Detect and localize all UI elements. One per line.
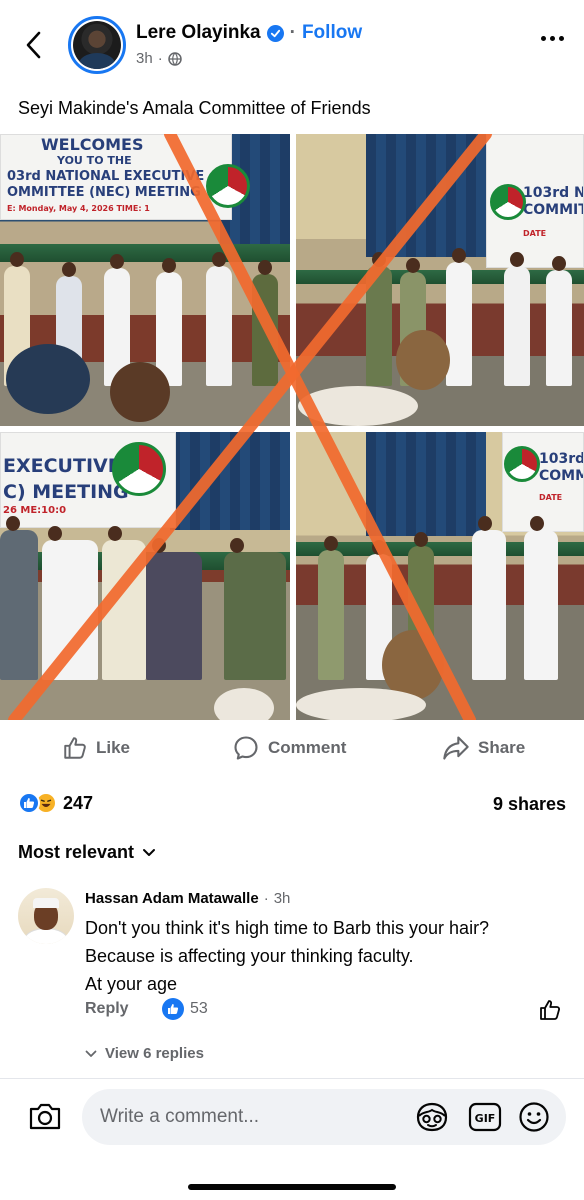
post-actions: Like Comment Share — [0, 728, 584, 768]
comment-button[interactable]: Comment — [232, 728, 346, 768]
avatar-sticker-button[interactable] — [414, 1101, 450, 1138]
reaction-summary[interactable]: 247 — [18, 792, 93, 814]
gif-icon: GIF — [468, 1102, 502, 1132]
home-indicator — [188, 1184, 396, 1190]
like-reaction-icon — [18, 792, 40, 814]
share-icon — [443, 736, 469, 760]
comment-label: Comment — [268, 738, 347, 757]
reply-button[interactable]: Reply — [85, 1000, 129, 1018]
post-caption: Seyi Makinde's Amala Committee of Friend… — [18, 98, 371, 118]
avatar-sticker-icon — [416, 1102, 448, 1132]
post-photo[interactable]: WELCOMES YOU TO THE 03rd NATIONAL EXECUT… — [0, 134, 584, 720]
verified-badge-icon — [266, 24, 284, 42]
camera-icon — [29, 1103, 61, 1130]
follow-button[interactable]: Follow — [302, 22, 362, 44]
banner-text: OMMITTEE (NEC) MEETING — [7, 185, 201, 200]
globe-icon — [167, 51, 182, 66]
like-button[interactable]: Like — [62, 728, 130, 768]
author-avatar[interactable] — [68, 16, 126, 74]
photo-panel-top-right: 103rd NA COMMITT DATE — [296, 134, 584, 426]
sort-label: Most relevant — [18, 842, 135, 862]
photo-panel-top-left: WELCOMES YOU TO THE 03rd NATIONAL EXECUT… — [0, 134, 290, 426]
banner-text: WELCOMES — [41, 135, 144, 154]
emoji-icon — [519, 1102, 549, 1132]
photo-panel-bottom-right: 103rd I COMM DATE — [296, 432, 584, 720]
emoji-button[interactable] — [518, 1101, 550, 1138]
comment-time: 3h — [273, 890, 291, 907]
author-name[interactable]: Lere Olayinka — [136, 22, 261, 44]
banner-text: E: Monday, May 4, 2026 TIME: 1 — [7, 204, 150, 213]
view-replies-label: View 6 replies — [105, 1045, 204, 1062]
banner-text: COMM — [539, 468, 583, 484]
back-button[interactable] — [18, 28, 48, 62]
like-icon — [64, 737, 86, 759]
like-count: 53 — [190, 1000, 208, 1017]
svg-text:GIF: GIF — [475, 1112, 496, 1125]
commenter-avatar[interactable] — [18, 888, 74, 944]
banner-text: COMMITT — [523, 202, 583, 218]
photo-panel-bottom-left: EXECUTIVE C) MEETING 26 ME:10:0 — [0, 432, 290, 720]
back-arrow-icon — [26, 31, 41, 59]
post-time[interactable]: 3h — [136, 50, 153, 67]
banner-text: DATE — [539, 493, 563, 502]
reaction-count: 247 — [63, 792, 94, 813]
comment-body: Don't you think it's high time to Barb t… — [85, 914, 555, 998]
post-meta: 3h · — [136, 50, 182, 67]
like-label: Like — [96, 738, 131, 757]
separator: · — [263, 890, 269, 907]
comment-like-count[interactable]: 53 — [162, 998, 208, 1020]
comment-header: Hassan Adam Matawalle · 3h — [85, 890, 290, 907]
chevron-down-icon — [143, 848, 156, 856]
like-reaction-icon — [162, 998, 184, 1020]
chevron-down-icon — [85, 1050, 97, 1057]
comment-composer: GIF — [0, 1078, 584, 1200]
share-count[interactable]: 9 shares — [493, 794, 566, 815]
more-icon[interactable] — [541, 36, 564, 41]
author-row: Lere Olayinka · Follow — [136, 22, 362, 44]
separator: · — [157, 50, 163, 67]
comment-sort-dropdown[interactable]: Most relevant — [18, 842, 156, 863]
comment-line: At your age — [85, 974, 178, 994]
banner-text: 03rd NATIONAL EXECUTIVE — [7, 169, 205, 184]
share-label: Share — [478, 738, 526, 757]
comment-line: Don't you think it's high time to Barb t… — [85, 918, 490, 938]
camera-button[interactable] — [28, 1101, 62, 1136]
separator: · — [289, 22, 296, 43]
view-replies-link[interactable]: View 6 replies — [85, 1045, 204, 1062]
banner-text: DATE — [523, 229, 547, 238]
share-button[interactable]: Share — [442, 728, 525, 768]
thumbs-up-icon — [540, 1000, 560, 1020]
comment-like-button[interactable] — [538, 998, 562, 1027]
banner-text: 103rd I — [539, 451, 584, 467]
gif-button[interactable]: GIF — [468, 1101, 502, 1138]
commenter-name[interactable]: Hassan Adam Matawalle — [85, 890, 259, 907]
banner-text: YOU TO THE — [57, 154, 132, 167]
banner-text: 103rd NA — [523, 185, 583, 201]
banner-text: 26 ME:10:0 — [3, 505, 67, 516]
comment-line: Because is affecting your thinking facul… — [85, 946, 414, 966]
comment-icon — [234, 736, 258, 760]
